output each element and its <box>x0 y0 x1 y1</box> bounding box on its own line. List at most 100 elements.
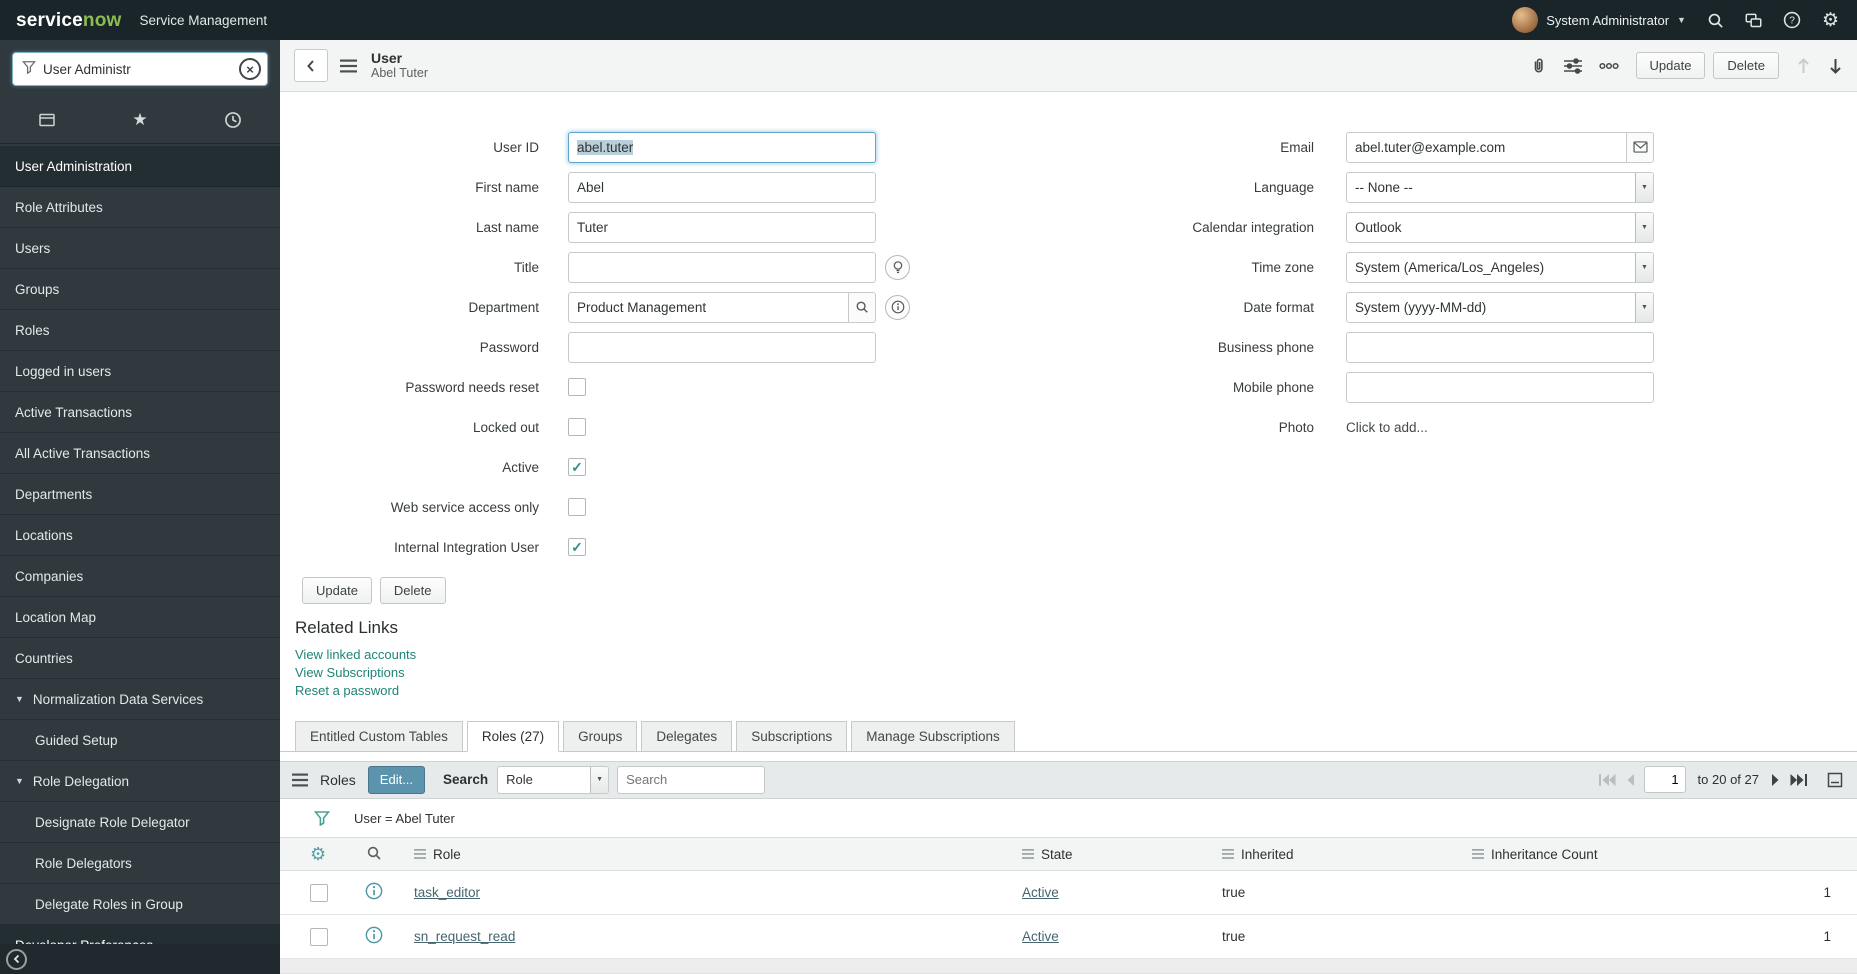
back-button[interactable] <box>294 49 328 82</box>
time-zone-select[interactable]: System (America/Los_Angeles) ▼ <box>1346 251 1654 283</box>
locked-out-checkbox[interactable]: ✓ <box>568 418 586 436</box>
sidebar-item-companies[interactable]: Companies <box>0 556 280 597</box>
password-needs-reset-checkbox[interactable]: ✓ <box>568 378 586 396</box>
state-link[interactable]: Active <box>1022 929 1059 944</box>
search-field-select[interactable]: Role ▼ <box>497 765 610 794</box>
sidebar-item-guided-setup[interactable]: Guided Setup <box>0 720 280 761</box>
sidebar-item-logged-in-users[interactable]: Logged in users <box>0 351 280 392</box>
personalize-form-button[interactable] <box>1563 57 1582 74</box>
previous-page-button[interactable] <box>1625 773 1635 787</box>
reset-password-link[interactable]: Reset a password <box>295 682 399 700</box>
chevron-down-icon: ▼ <box>1635 172 1653 202</box>
info-icon[interactable] <box>365 882 383 900</box>
delete-button[interactable]: Delete <box>1713 52 1779 79</box>
edit-list-button[interactable]: Edit... <box>367 765 426 794</box>
password-field[interactable] <box>568 331 876 363</box>
column-header-inheritance-count[interactable]: Inheritance Count <box>1460 837 1857 872</box>
next-record-button[interactable] <box>1828 57 1843 75</box>
suggestion-button[interactable] <box>885 254 910 280</box>
filter-navigator-input[interactable] <box>43 61 239 77</box>
title-field[interactable] <box>568 251 876 283</box>
role-link[interactable]: sn_request_read <box>414 929 515 944</box>
state-link[interactable]: Active <box>1022 885 1059 900</box>
collapse-sidebar-button[interactable] <box>6 948 27 970</box>
sidebar-item-departments[interactable]: Departments <box>0 474 280 515</box>
tab-subscriptions[interactable]: Subscriptions <box>736 721 848 752</box>
sidebar-item-all-active-transactions[interactable]: All Active Transactions <box>0 433 280 474</box>
filter-icon[interactable] <box>314 810 330 827</box>
sidebar-item-countries[interactable]: Countries <box>0 638 280 679</box>
user-menu[interactable]: System Administrator ▼ <box>1512 7 1686 33</box>
column-header-role[interactable]: Role <box>402 837 1010 872</box>
email-field[interactable] <box>1346 131 1654 163</box>
lookup-icon[interactable] <box>848 292 875 322</box>
first-page-button[interactable] <box>1598 773 1616 787</box>
help-icon[interactable]: ? <box>1783 11 1801 29</box>
sidebar-item-active-transactions[interactable]: Active Transactions <box>0 392 280 433</box>
favorites-tab[interactable]: ★ <box>93 96 186 143</box>
column-header-inherited[interactable]: Inherited <box>1210 837 1460 872</box>
attachments-button[interactable] <box>1530 57 1547 75</box>
more-options-button[interactable] <box>1598 58 1619 74</box>
update-button[interactable]: Update <box>302 577 372 604</box>
mobile-phone-field[interactable] <box>1346 371 1654 403</box>
all-applications-tab[interactable] <box>0 96 93 143</box>
list-context-menu-button[interactable] <box>292 773 308 787</box>
tab-groups[interactable]: Groups <box>563 721 638 752</box>
row-checkbox[interactable] <box>310 927 328 946</box>
sidebar-item-role-delegation[interactable]: ▼ Role Delegation <box>0 761 280 802</box>
sidebar-item-user-administration[interactable]: User Administration <box>0 146 280 187</box>
column-header-state[interactable]: State <box>1010 837 1210 872</box>
tab-manage-subscriptions[interactable]: Manage Subscriptions <box>851 721 1015 752</box>
view-subscriptions-link[interactable]: View Subscriptions <box>295 664 405 682</box>
sidebar-item-locations[interactable]: Locations <box>0 515 280 556</box>
department-field[interactable] <box>568 291 876 323</box>
clear-filter-icon[interactable]: × <box>239 58 261 80</box>
filter-breadcrumb[interactable]: User = Abel Tuter <box>354 811 455 826</box>
sidebar-item-location-map[interactable]: Location Map <box>0 597 280 638</box>
tab-roles[interactable]: Roles (27) <box>466 721 560 752</box>
photo-add-link[interactable]: Click to add... <box>1346 420 1428 435</box>
collapse-list-button[interactable] <box>1827 772 1843 788</box>
last-page-button[interactable] <box>1790 773 1808 787</box>
sidebar-item-normalization-data-services[interactable]: ▼ Normalization Data Services <box>0 679 280 720</box>
next-page-button[interactable] <box>1771 773 1781 787</box>
internal-integration-user-checkbox[interactable]: ✓ <box>568 538 586 556</box>
web-service-access-only-checkbox[interactable]: ✓ <box>568 498 586 516</box>
info-icon[interactable] <box>365 926 383 944</box>
email-icon[interactable] <box>1626 132 1653 162</box>
calendar-integration-select[interactable]: Outlook ▼ <box>1346 211 1654 243</box>
delete-button[interactable]: Delete <box>379 577 446 604</box>
history-tab[interactable] <box>187 96 280 143</box>
sidebar-item-users[interactable]: Users <box>0 228 280 269</box>
search-rows-header[interactable] <box>346 837 402 872</box>
form-context-menu-button[interactable] <box>340 59 357 73</box>
list-settings-header[interactable]: ⚙ <box>280 837 346 872</box>
date-format-select[interactable]: System (yyyy-MM-dd) ▼ <box>1346 291 1654 323</box>
list-search-input[interactable] <box>617 765 766 794</box>
page-number-input[interactable] <box>1643 766 1686 794</box>
first-name-field[interactable] <box>568 171 876 203</box>
language-select[interactable]: -- None -- ▼ <box>1346 171 1654 203</box>
user-id-field[interactable]: abel.tuter <box>568 131 876 163</box>
reference-info-button[interactable] <box>885 294 910 320</box>
sidebar-item-role-attributes[interactable]: Role Attributes <box>0 187 280 228</box>
connect-chat-icon[interactable] <box>1745 12 1762 29</box>
tab-delegates[interactable]: Delegates <box>641 721 733 752</box>
sidebar-item-roles[interactable]: Roles <box>0 310 280 351</box>
last-name-field[interactable] <box>568 211 876 243</box>
role-link[interactable]: task_editor <box>414 885 480 900</box>
sidebar-item-role-delegators[interactable]: Role Delegators <box>0 843 280 884</box>
global-search-icon[interactable] <box>1707 12 1724 29</box>
previous-record-button[interactable] <box>1796 57 1811 75</box>
view-linked-accounts-link[interactable]: View linked accounts <box>295 646 416 664</box>
sidebar-item-delegate-roles-in-group[interactable]: Delegate Roles in Group <box>0 884 280 925</box>
update-button[interactable]: Update <box>1635 52 1706 79</box>
active-checkbox[interactable]: ✓ <box>568 458 586 476</box>
sidebar-item-groups[interactable]: Groups <box>0 269 280 310</box>
settings-gear-icon[interactable]: ⚙ <box>1822 11 1839 30</box>
business-phone-field[interactable] <box>1346 331 1654 363</box>
tab-entitled-custom-tables[interactable]: Entitled Custom Tables <box>295 721 463 752</box>
row-checkbox[interactable] <box>310 883 328 902</box>
sidebar-item-designate-role-delegator[interactable]: Designate Role Delegator <box>0 802 280 843</box>
